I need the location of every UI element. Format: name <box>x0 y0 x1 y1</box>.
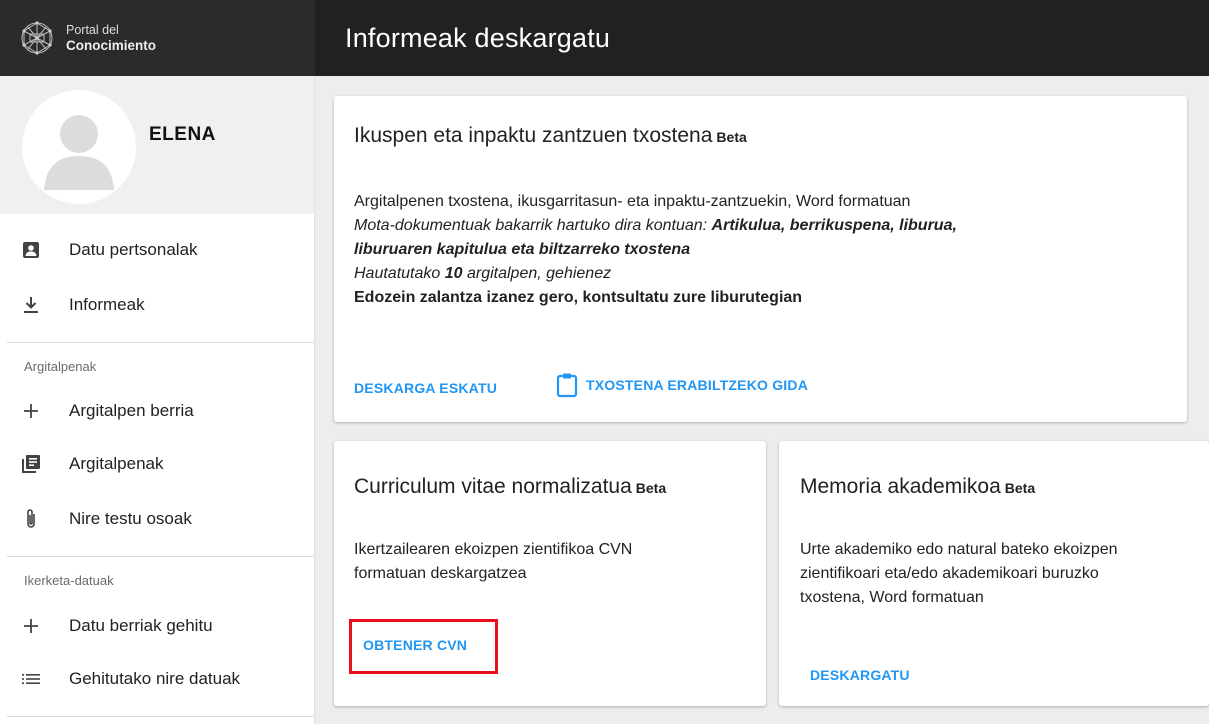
max-suffix: argitalpen, gehienez <box>462 265 612 282</box>
beta-badge: Beta <box>716 129 747 145</box>
page-title: Informeak deskargatu <box>345 22 611 53</box>
avatar[interactable] <box>22 90 136 204</box>
contact-library-line: Edozein zalantza izanez gero, kontsultat… <box>354 289 803 306</box>
beta-badge: Beta <box>1004 480 1036 496</box>
sidebar-item-label: Nire testu osoak <box>69 509 192 528</box>
brand-line2: Conocimiento <box>66 38 156 53</box>
sidebar-item-datu-pertsonalak[interactable]: Datu pertsonalak <box>0 230 314 270</box>
sidebar-item-label: Argitalpen berria <box>69 401 194 420</box>
document-types-line: Mota-dokumentuak bakarrik hartuko dira k… <box>354 214 1174 238</box>
beta-badge: Beta <box>635 480 667 496</box>
divider <box>7 342 314 343</box>
impact-report-card: Ikuspen eta inpaktu zantzuen txostena Bet… <box>334 96 1187 422</box>
request-download-button[interactable]: DESKARGA ESKATU <box>354 380 497 396</box>
sidebar-item-datu-berriak-gehitu[interactable]: Datu berriak gehitu <box>0 606 314 646</box>
divider <box>7 716 314 717</box>
description-line: formatuan deskargatzea <box>354 565 527 582</box>
max-publications-line: Hautatutako 10 argitalpen, gehienez <box>354 262 1174 286</box>
knowledge-portal-logo <box>21 21 53 55</box>
highlight-box <box>349 619 498 674</box>
sidebar-item-label: Datu berriak gehitu <box>69 616 213 635</box>
sidebar-item-nire-testu-osoak[interactable]: Nire testu osoak <box>0 499 314 539</box>
sidebar-item-label: Argitalpenak <box>69 454 164 473</box>
sidebar-item-gehitutako-nire-datuak[interactable]: Gehitutako nire datuak <box>0 659 314 699</box>
user-guide-button[interactable]: TXOSTENA ERABILTZEKO GIDA <box>556 372 808 398</box>
default-user-icon <box>44 115 114 190</box>
brand-text: Portal del Conocimiento <box>66 23 156 53</box>
sidebar-item-label: Gehitutako nire datuak <box>69 669 241 688</box>
download-memoir-button[interactable]: DESKARGATU <box>810 667 910 683</box>
card-title-text: Curriculum vitae normalizatua <box>354 475 632 498</box>
plus-icon <box>20 615 42 637</box>
sidebar-item-label: Informeak <box>69 295 145 314</box>
download-icon <box>20 294 42 316</box>
user-guide-label: TXOSTENA ERABILTZEKO GIDA <box>586 377 808 393</box>
account-box-icon <box>20 239 42 261</box>
sidebar: ELENA Datu pertsonalak Informeak Argital… <box>0 76 315 724</box>
section-label-ikerketa-datuak: Ikerketa-datuak <box>24 573 114 588</box>
plus-icon <box>20 400 42 422</box>
profile-header: ELENA <box>0 76 314 214</box>
card-description: Urte akademiko edo natural bateko ekoizp… <box>800 538 1205 610</box>
max-prefix: Hautatutako <box>354 265 445 282</box>
doc-types-list: Artikulua, berrikuspena, liburua, <box>711 217 957 234</box>
academic-memoir-card: Memoria akademikoa Beta Urte akademiko ed… <box>779 441 1209 706</box>
card-description: Ikertzailearen ekoizpen zientifikoa CVN … <box>354 538 754 586</box>
description-line: Argitalpenen txostena, ikusgarritasun- e… <box>354 193 911 210</box>
brand-line1: Portal del <box>66 23 119 37</box>
section-label-argitalpenak: Argitalpenak <box>24 359 97 374</box>
list-icon <box>20 668 42 690</box>
sidebar-item-argitalpen-berria[interactable]: Argitalpen berria <box>0 391 314 431</box>
clipboard-icon <box>556 373 578 398</box>
card-title: Curriculum vitae normalizatua Beta <box>354 475 666 499</box>
user-name: ELENA <box>149 124 216 145</box>
card-description: Argitalpenen txostena, ikusgarritasun- e… <box>354 190 1174 310</box>
description-line: Ikertzailearen ekoizpen zientifikoa CVN <box>354 541 633 558</box>
divider <box>7 556 314 557</box>
sidebar-item-label: Datu pertsonalak <box>69 240 198 259</box>
paperclip-icon <box>20 508 42 530</box>
description-line: Urte akademiko edo natural bateko ekoizp… <box>800 541 1118 558</box>
card-title: Ikuspen eta inpaktu zantzuen txostena Bet… <box>354 124 747 148</box>
library-books-icon <box>20 453 42 475</box>
card-title-text: Memoria akademikoa <box>800 475 1001 498</box>
card-title-text: Ikuspen eta inpaktu zantzuen txostena <box>354 124 713 147</box>
sidebar-item-informeak[interactable]: Informeak <box>0 285 314 325</box>
doc-types-prefix: Mota-dokumentuak bakarrik hartuko dira k… <box>354 217 712 234</box>
top-app-bar: Portal del Conocimiento Informeak deskar… <box>0 0 1209 76</box>
sidebar-item-argitalpenak[interactable]: Argitalpenak <box>0 444 314 484</box>
description-line: zientifikoari eta/edo akademikoari buruz… <box>800 565 1099 582</box>
card-title: Memoria akademikoa Beta <box>800 475 1035 499</box>
brand[interactable]: Portal del Conocimiento <box>0 0 315 76</box>
doc-types-list-cont: liburuaren kapitulua eta biltzarreko txo… <box>354 241 691 258</box>
max-count: 10 <box>444 265 463 282</box>
cvn-card: Curriculum vitae normalizatua Beta Ikertz… <box>334 441 766 706</box>
description-line: txostena, Word formatuan <box>800 589 984 606</box>
